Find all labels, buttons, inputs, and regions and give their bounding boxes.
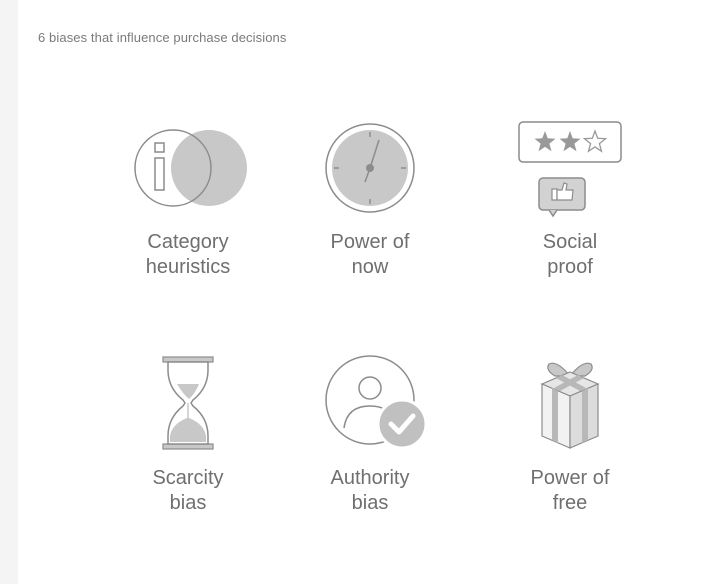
bias-label: Scarcity bias	[88, 466, 288, 516]
bias-label-line2: bias	[351, 492, 389, 514]
category-heuristics-icon	[134, 129, 247, 207]
bias-label-line2: free	[552, 492, 588, 514]
bias-label-line1: Social	[542, 231, 598, 253]
hourglass-icon	[162, 356, 214, 450]
bias-label-line1: Authority	[330, 467, 410, 489]
bias-label: Power of now	[270, 230, 470, 280]
bias-label: Authority bias	[270, 466, 470, 516]
bias-label: Power of free	[470, 466, 670, 516]
bias-tile-power-of-free: Power of free	[470, 354, 670, 516]
bias-label-line1: Power of	[530, 467, 610, 489]
bias-label-line2: proof	[547, 256, 593, 278]
bias-tile-category-heuristics: Category heuristics	[88, 118, 288, 280]
bias-label-line1: Category	[147, 231, 229, 253]
verified-user-icon	[325, 355, 428, 450]
infographic-card: 6 biases that influence purchase decisio…	[18, 0, 719, 584]
clock-icon	[325, 123, 415, 213]
bias-label: Social proof	[470, 230, 670, 280]
bias-tile-social-proof: Social proof	[470, 118, 670, 280]
bias-label-line1: Scarcity	[152, 467, 224, 489]
bias-label-line1: Power of	[330, 231, 410, 253]
bias-label: Category heuristics	[88, 230, 288, 280]
bias-label-line2: bias	[169, 492, 207, 514]
bias-tile-authority-bias: Authority bias	[270, 354, 470, 516]
bias-tile-power-of-now: Power of now	[270, 118, 470, 280]
review-stars-thumbs-up-icon	[518, 121, 622, 218]
bias-label-line2: heuristics	[145, 256, 231, 278]
infographic-heading: 6 biases that influence purchase decisio…	[38, 30, 287, 45]
gift-box-icon	[540, 362, 600, 449]
bias-tile-scarcity-bias: Scarcity bias	[88, 354, 288, 516]
bias-label-line2: now	[351, 256, 389, 278]
